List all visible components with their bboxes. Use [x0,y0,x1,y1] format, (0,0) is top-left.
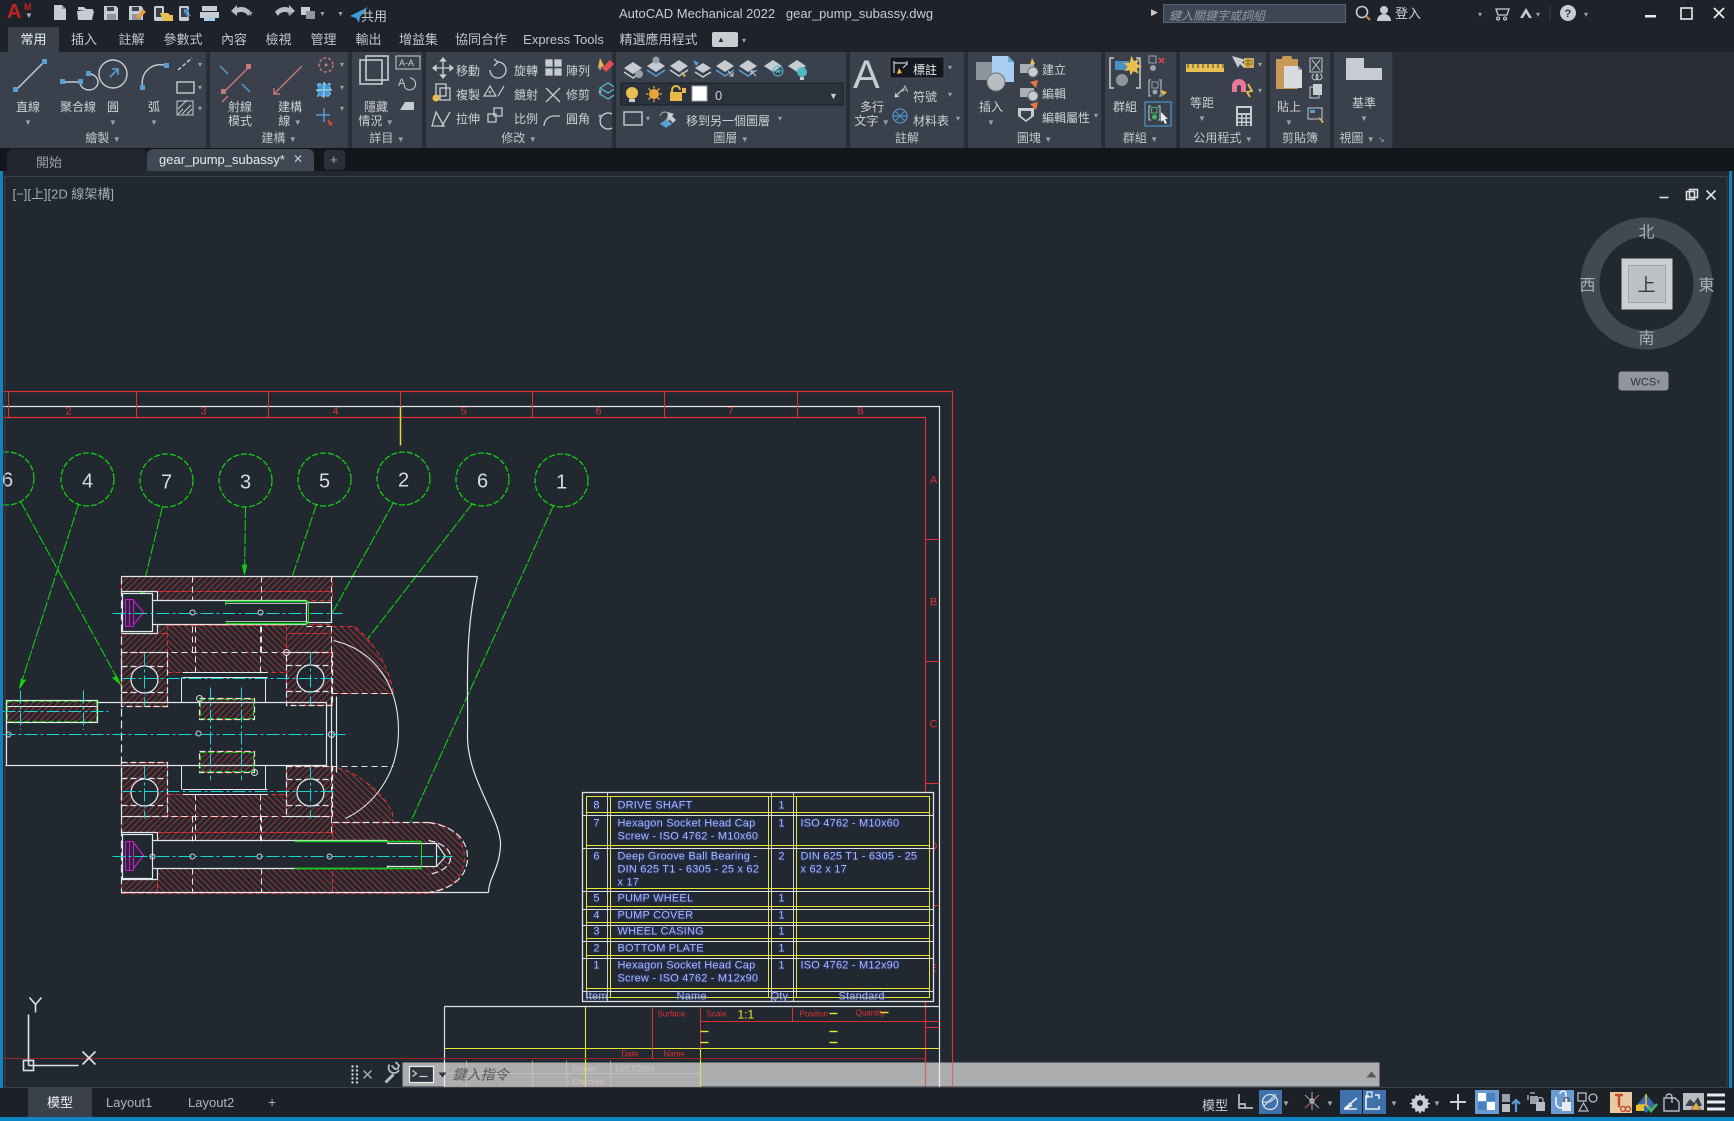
svg-text:Date: Date [622,1050,639,1059]
svg-text:ISO 4762 - M10x60: ISO 4762 - M10x60 [801,818,900,830]
svg-text:0: 0 [715,88,722,103]
svg-text:Name: Name [677,991,707,1003]
svg-text:▾: ▾ [1478,10,1482,19]
svg-text:6: 6 [477,471,488,493]
svg-text:A: A [902,84,908,94]
svg-text:7: 7 [593,818,599,830]
svg-text:▼: ▼ [337,11,344,18]
svg-text:Qty: Qty [771,991,789,1003]
svg-text:8: 8 [593,800,599,812]
svg-text:5: 5 [593,893,599,905]
svg-text:B: B [930,597,937,609]
svg-text:[−][上][2D 線架構]: [−][上][2D 線架構] [13,187,115,202]
svg-text:上: 上 [1638,276,1656,296]
svg-text:PUMP WHEEL: PUMP WHEEL [618,893,694,905]
svg-text:x 17: x 17 [618,877,640,889]
svg-text:▾: ▾ [1536,10,1540,19]
svg-text:PUMP COVER: PUMP COVER [618,910,694,922]
svg-text:▼: ▼ [1326,1099,1334,1108]
svg-text:7: 7 [161,472,172,494]
svg-text:▼: ▼ [829,91,838,101]
svg-text:1: 1 [778,943,784,955]
svg-text:1: 1 [778,926,784,938]
svg-text:C: C [930,719,938,731]
svg-text:7: 7 [727,406,733,418]
svg-text:▼: ▼ [1390,1099,1398,1108]
svg-text:DRIVE SHAFT: DRIVE SHAFT [618,800,693,812]
svg-text:1: 1 [593,960,599,972]
svg-text:▾: ▾ [1657,378,1661,387]
svg-text:2: 2 [65,406,71,418]
svg-text:東: 東 [1698,277,1714,295]
svg-text:4: 4 [82,471,93,493]
svg-text:Standard: Standard [839,991,885,1003]
svg-text:Hexagon Socket Head Cap: Hexagon Socket Head Cap [618,960,756,972]
svg-text:Surface: Surface [658,1010,686,1019]
svg-text:Position: Position [800,1010,828,1019]
svg-text:2: 2 [593,943,599,955]
svg-text:1: 1 [556,472,567,494]
svg-text:登入: 登入 [1395,6,1421,21]
svg-text:?: ? [1565,8,1572,20]
svg-text:▼: ▼ [1282,1099,1290,1108]
svg-text:▾: ▾ [1584,10,1588,19]
svg-text:3: 3 [240,472,251,494]
svg-text:3: 3 [200,406,206,418]
svg-text:4: 4 [332,406,338,418]
svg-text:Screw - ISO 4762 - M10x60: Screw - ISO 4762 - M10x60 [618,831,759,843]
svg-text:4: 4 [593,910,599,922]
svg-text:WCS: WCS [1631,377,1657,389]
svg-text:北: 北 [1638,224,1654,242]
svg-text:WHEEL CASING: WHEEL CASING [618,926,704,938]
svg-text:西: 西 [1579,278,1595,295]
svg-text:5: 5 [319,471,330,493]
svg-text:6: 6 [593,851,599,863]
svg-text:x 62 x 17: x 62 x 17 [801,864,847,876]
svg-text:Deep Groove Ball Bearing -: Deep Groove Ball Bearing - [618,851,758,863]
svg-text:DIN 625 T1 - 6305 - 25 x 62: DIN 625 T1 - 6305 - 25 x 62 [618,864,760,876]
svg-text:A: A [930,475,938,487]
svg-text:1: 1 [778,893,784,905]
svg-text:2: 2 [778,851,784,863]
svg-text:▼: ▼ [319,11,326,18]
svg-text:A-A: A-A [399,58,414,68]
svg-text:鍵入指令: 鍵入指令 [453,1067,511,1083]
svg-text:1:1: 1:1 [738,1008,755,1022]
svg-text:Item: Item [586,991,608,1003]
svg-text:BOTTOM PLATE: BOTTOM PLATE [618,943,704,955]
svg-text:6: 6 [595,406,601,418]
svg-text:1: 1 [778,818,784,830]
svg-text:▼: ▼ [286,11,293,18]
svg-text:3: 3 [593,926,599,938]
svg-text:Name: Name [664,1050,686,1059]
svg-text:DIN 625 T1 - 6305 - 25: DIN 625 T1 - 6305 - 25 [801,851,918,863]
svg-text:6: 6 [2,470,13,492]
svg-text:2: 2 [398,470,409,492]
svg-text:5: 5 [460,406,466,418]
svg-text:8: 8 [857,406,863,418]
svg-text:▼: ▼ [247,11,254,18]
svg-text:▼: ▼ [1433,1099,1441,1108]
svg-text:1: 1 [778,910,784,922]
svg-text:1: 1 [778,800,784,812]
svg-text:Scale: Scale [707,1010,728,1019]
svg-text:1: 1 [778,960,784,972]
svg-text:Hexagon Socket Head Cap: Hexagon Socket Head Cap [618,818,756,830]
svg-text:Screw - ISO 4762 - M12x90: Screw - ISO 4762 - M12x90 [618,973,759,985]
svg-text:A: A [853,53,880,97]
svg-text:南: 南 [1638,330,1654,348]
svg-text:ISO 4762 - M12x90: ISO 4762 - M12x90 [801,960,900,972]
